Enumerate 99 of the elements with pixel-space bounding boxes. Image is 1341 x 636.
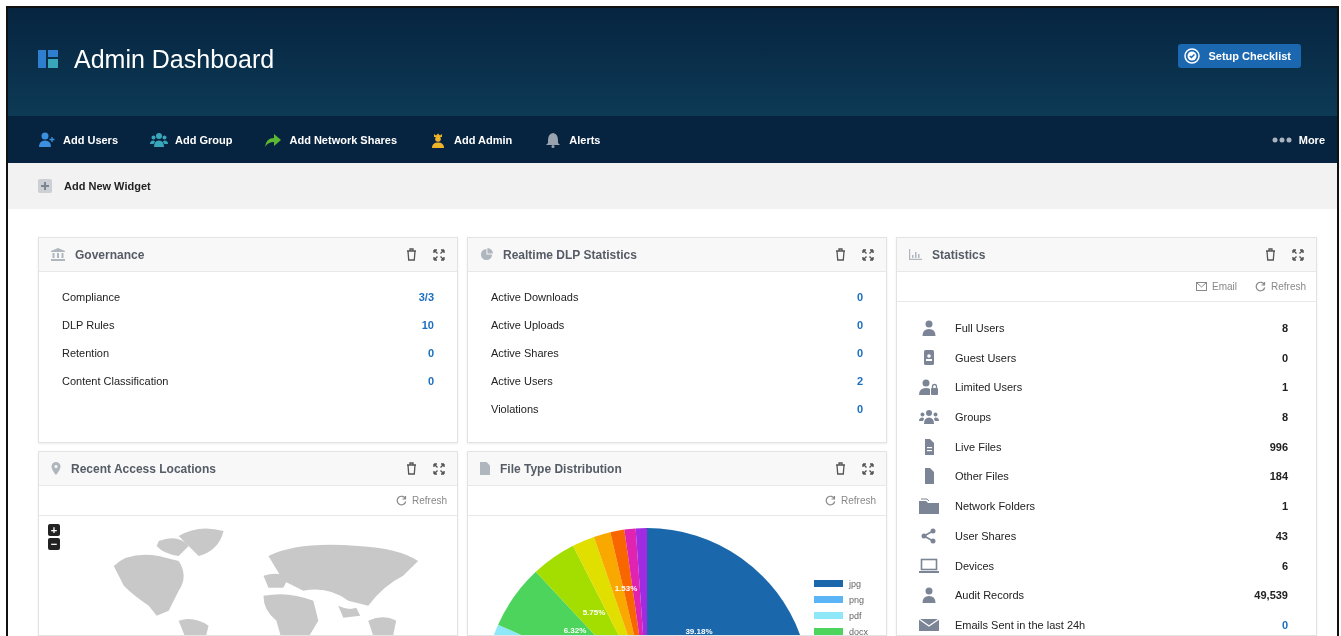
delete-icon[interactable] (1265, 248, 1276, 261)
stat-value: 1 (1281, 500, 1288, 513)
file-icon (480, 462, 490, 475)
email-link[interactable]: Email (1195, 281, 1237, 292)
bank-icon (51, 248, 65, 261)
dots-icon (1271, 136, 1292, 143)
row-label: Active Users (491, 374, 553, 387)
arrow-icon (264, 131, 283, 148)
group-icon (150, 131, 169, 148)
refresh-icon (396, 495, 407, 506)
zoom-in-button[interactable]: + (48, 524, 60, 536)
stat-value: 6 (1281, 559, 1288, 572)
legend-label: pdf (849, 610, 862, 621)
stat-label: Network Folders (955, 500, 1037, 513)
slice-label: 5.75% (582, 608, 606, 617)
row-label: Active Downloads (491, 290, 579, 303)
more-menu[interactable]: More (1271, 133, 1325, 146)
user-lock-icon (919, 379, 939, 396)
stat-label: Live Files (955, 440, 1003, 453)
stat-label: Full Users (955, 322, 1006, 334)
row-value-link[interactable]: 3/3 (418, 290, 434, 303)
stat-label: Devices (955, 559, 996, 572)
row-value-link[interactable]: 0 (427, 374, 434, 387)
row-value-link[interactable]: 0 (856, 318, 863, 331)
stat-value: 8 (1281, 322, 1288, 334)
bar-chart-icon (909, 249, 922, 260)
row-value-link[interactable]: 2 (856, 374, 863, 387)
check-circle-icon (1184, 48, 1201, 64)
user-plus-icon (38, 131, 56, 148)
laptop-icon (919, 557, 939, 574)
envelope-icon (1195, 282, 1207, 291)
legend-label: png (849, 594, 865, 605)
row-label: Compliance (62, 290, 121, 303)
row-label: Active Uploads (491, 318, 565, 331)
zoom-out-button[interactable]: − (48, 538, 60, 550)
widget-title: Governance (75, 247, 146, 262)
pie-chart-icon (480, 248, 493, 261)
stat-label: Limited Users (955, 381, 1024, 394)
stat-value: 996 (1269, 440, 1288, 453)
widget-title: Realtime DLP Statistics (503, 247, 638, 262)
stat-value: 8 (1281, 411, 1288, 424)
expand-icon[interactable] (433, 248, 445, 261)
delete-icon[interactable] (406, 462, 417, 475)
stat-label: Audit Records (955, 589, 1026, 602)
nav-link[interactable]: Add Admin (429, 131, 513, 148)
row-label: Active Shares (491, 346, 559, 359)
row-label: Violations (491, 402, 539, 415)
row-label: Retention (62, 346, 110, 359)
slice-label: 39.18% (685, 627, 713, 635)
expand-icon[interactable] (862, 248, 874, 261)
widget-title: Recent Access Locations (71, 461, 217, 476)
legend-label: jpg (849, 578, 861, 589)
stat-label: Other Files (955, 470, 1010, 483)
expand-icon[interactable] (862, 462, 874, 475)
nav-link[interactable]: Add Network Shares (264, 131, 398, 148)
dashboard-logo-icon (38, 50, 58, 68)
widget-title: Statistics (932, 247, 987, 262)
map-pin-icon (51, 462, 61, 475)
row-value-link[interactable]: 0 (856, 346, 863, 359)
refresh-icon (825, 495, 836, 506)
expand-icon[interactable] (433, 462, 445, 475)
slice-label: 6.32% (563, 626, 587, 635)
nav-link[interactable]: Alerts (544, 131, 601, 148)
stat-label: Guest Users (955, 351, 1018, 364)
row-value-link[interactable]: 0 (856, 402, 863, 415)
stat-value: 0 (1281, 351, 1288, 364)
row-label: Content Classification (62, 374, 169, 387)
stat-label: Groups (955, 411, 993, 424)
delete-icon[interactable] (835, 248, 846, 261)
stat-value: 1 (1281, 381, 1288, 394)
plus-icon (38, 179, 52, 193)
stat-value: 184 (1269, 470, 1288, 483)
bell-icon (544, 131, 563, 148)
page-title: Admin Dashboard (74, 44, 275, 74)
stat-value: 43 (1275, 529, 1288, 542)
refresh-link[interactable]: Refresh (396, 495, 447, 506)
row-value-link[interactable]: 10 (421, 318, 434, 331)
row-value-link[interactable]: 0 (856, 290, 863, 303)
add-widget-button[interactable]: Add New Widget (38, 179, 151, 193)
refresh-link[interactable]: Refresh (1255, 281, 1306, 292)
delete-icon[interactable] (835, 462, 846, 475)
group-icon (919, 409, 939, 426)
folder-icon (919, 498, 939, 515)
expand-icon[interactable] (1292, 248, 1304, 261)
nav-link[interactable]: Add Users (38, 131, 119, 148)
refresh-icon (1255, 281, 1266, 292)
stat-value-link[interactable]: 0 (1281, 618, 1288, 631)
stat-value: 49,539 (1254, 589, 1288, 602)
row-value-link[interactable]: 0 (427, 346, 434, 359)
setup-checklist-button[interactable]: Setup Checklist (1178, 44, 1301, 68)
legend-label: docx (849, 626, 868, 635)
envelope-icon (919, 616, 939, 633)
row-label: DLP Rules (62, 318, 115, 331)
delete-icon[interactable] (406, 248, 417, 261)
stat-label: Emails Sent in the last 24h (955, 618, 1087, 631)
nav-link[interactable]: Add Group (150, 131, 233, 148)
stat-label: User Shares (955, 529, 1018, 542)
refresh-link[interactable]: Refresh (825, 495, 876, 506)
widget-title: File Type Distribution (500, 461, 623, 476)
